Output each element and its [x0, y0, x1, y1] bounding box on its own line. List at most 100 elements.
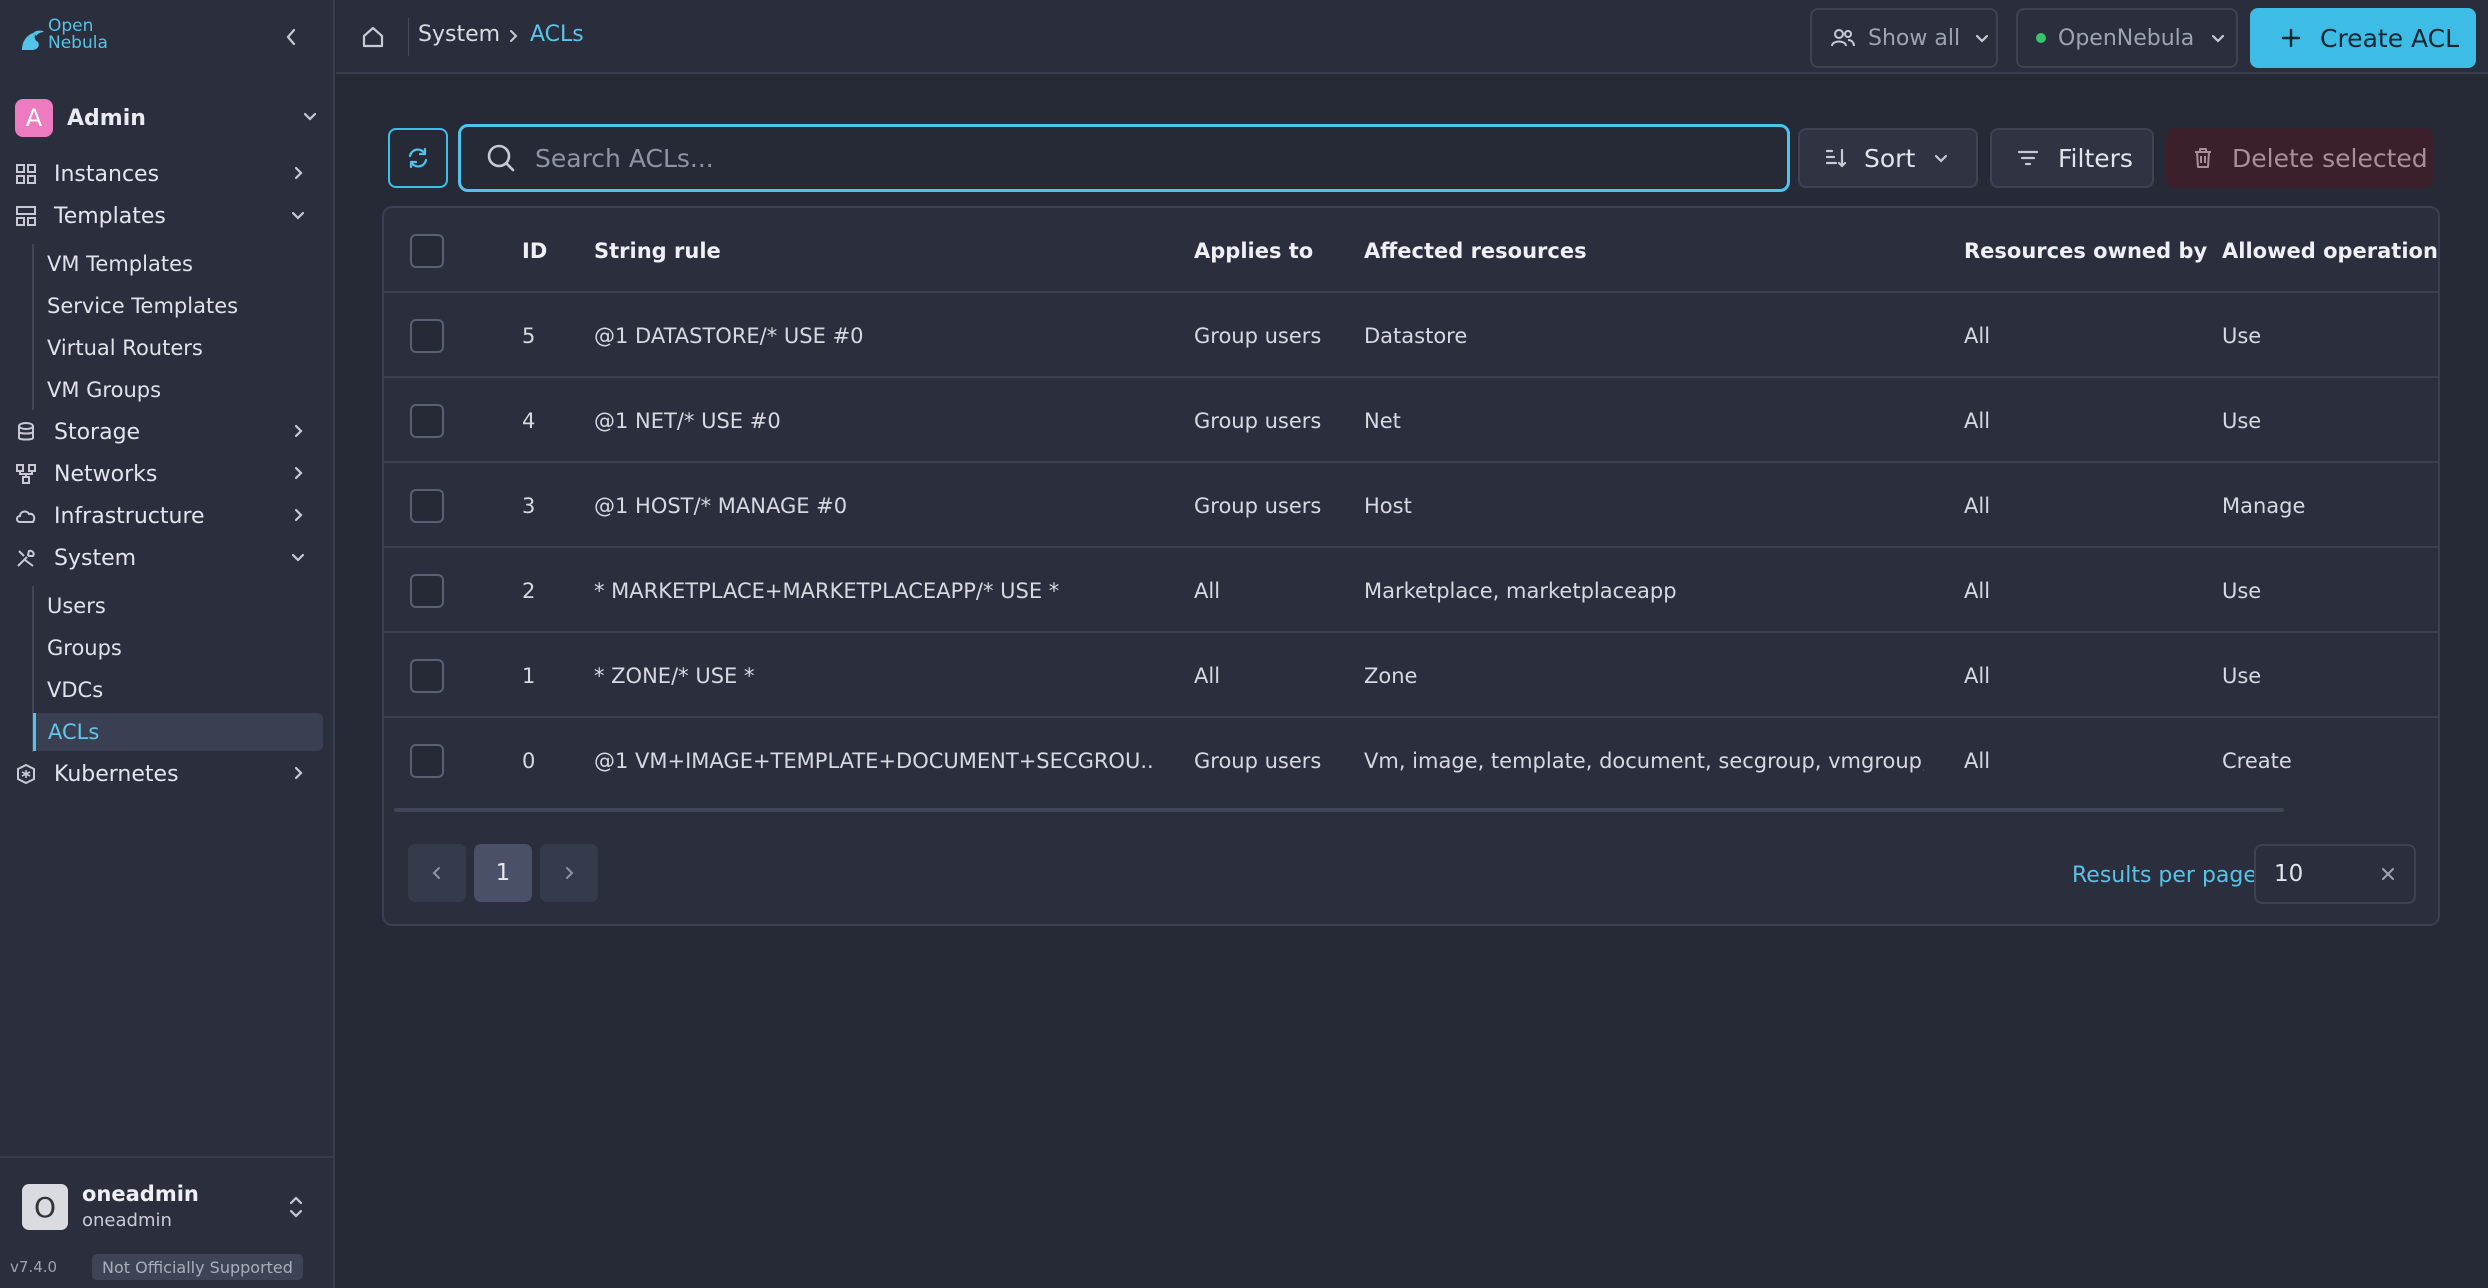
users-icon: [1831, 29, 1855, 47]
nav-acls[interactable]: ACLs: [33, 713, 323, 751]
trash-icon: [2195, 148, 2211, 168]
nav-service-templates[interactable]: Service Templates: [33, 287, 323, 325]
group-label: Admin: [67, 105, 146, 131]
delete-selected-button[interactable]: Delete selected: [2166, 128, 2434, 188]
nav-kubernetes[interactable]: Kubernetes: [14, 754, 322, 794]
cell-string-rule: @1 NET/* USE #0: [594, 408, 781, 433]
chevron-right-icon: [294, 424, 303, 438]
breadcrumb-system[interactable]: System: [418, 22, 500, 47]
previous-page-button[interactable]: [408, 844, 466, 902]
chevron-left-icon: [432, 867, 440, 879]
cell-id: 1: [522, 663, 536, 688]
nav-templates-label: Templates: [54, 203, 166, 229]
header-divider: [408, 18, 409, 56]
cell-owned-by: All: [1964, 578, 1991, 603]
nav-infrastructure[interactable]: Infrastructure: [14, 496, 322, 536]
create-acl-button[interactable]: Create ACL: [2250, 8, 2476, 68]
top-header: System ACLs Show all OpenNebula Create A…: [336, 0, 2488, 74]
column-header-allowed-operations[interactable]: Allowed operations: [2222, 208, 2438, 293]
cell-applies-to: Group users: [1194, 408, 1322, 433]
logo-line2: Nebula: [48, 33, 108, 53]
group-switcher[interactable]: A Admin: [15, 98, 320, 138]
refresh-icon: [408, 147, 428, 169]
nav-groups[interactable]: Groups: [33, 629, 323, 667]
table-row[interactable]: 3 @1 HOST/* MANAGE #0 Group users Host A…: [384, 463, 2438, 548]
nav-users[interactable]: Users: [33, 587, 323, 625]
nav-instances-label: Instances: [54, 161, 160, 187]
cell-string-rule: @1 DATASTORE/* USE #0: [594, 323, 864, 348]
sort-label: Sort: [1864, 143, 1916, 173]
nav-templates[interactable]: Templates: [14, 196, 322, 236]
search-box[interactable]: [458, 124, 1790, 192]
table-row[interactable]: 0 @1 VM+IMAGE+TEMPLATE+DOCUMENT+SECGROU.…: [384, 718, 2438, 803]
cell-allowed-operations: Manage: [2222, 493, 2306, 518]
table-row[interactable]: 4 @1 NET/* USE #0 Group users Net All Us…: [384, 378, 2438, 463]
row-checkbox[interactable]: [410, 743, 444, 778]
user-avatar[interactable]: O: [22, 1184, 68, 1230]
chevron-right-icon: [566, 867, 574, 879]
group-avatar: A: [15, 99, 53, 137]
column-header-string-rule[interactable]: String rule: [594, 208, 1154, 293]
zone-selector-button[interactable]: OpenNebula: [2016, 8, 2238, 68]
home-icon: [362, 26, 384, 48]
home-button[interactable]: [360, 24, 386, 50]
chevron-down-icon: [1935, 154, 1948, 163]
nav-vm-groups[interactable]: VM Groups: [33, 371, 323, 409]
chevron-down-icon: [1975, 34, 1989, 43]
row-select-cell: [410, 293, 444, 378]
cell-allowed-operations: Use: [2222, 578, 2262, 603]
filter-icon: [2017, 150, 2039, 166]
cell-owned-by: All: [1964, 663, 1991, 688]
table-row[interactable]: 5 @1 DATASTORE/* USE #0 Group users Data…: [384, 293, 2438, 378]
results-per-page-select[interactable]: 10: [2254, 844, 2416, 904]
collapse-sidebar-button[interactable]: [276, 22, 306, 52]
cell-allowed-operations: Use: [2222, 323, 2262, 348]
nav-networks[interactable]: Networks: [14, 454, 322, 494]
cell-affected-resources: Net: [1364, 408, 1401, 433]
row-checkbox[interactable]: [410, 318, 444, 353]
cell-affected-resources: Marketplace, marketplaceapp: [1364, 578, 1677, 603]
horizontal-scrollbar[interactable]: [394, 808, 2284, 812]
cell-id: 5: [522, 323, 536, 348]
nav-vm-templates[interactable]: VM Templates: [33, 245, 323, 283]
nav-system[interactable]: System: [14, 538, 322, 578]
nav-instances[interactable]: Instances: [14, 154, 322, 194]
row-checkbox[interactable]: [410, 488, 444, 523]
next-page-button[interactable]: [540, 844, 598, 902]
cell-affected-resources: Datastore: [1364, 323, 1468, 348]
search-input[interactable]: [535, 143, 1735, 173]
cloud-logo-icon: [22, 30, 44, 50]
filters-button[interactable]: Filters: [1990, 128, 2154, 188]
chevron-right-icon: [294, 166, 303, 180]
breadcrumb-chevron-icon: [510, 30, 518, 42]
table-row[interactable]: 1 * ZONE/* USE * All Zone All Use: [384, 633, 2438, 718]
row-checkbox[interactable]: [410, 573, 444, 608]
column-header-resources-owned-by[interactable]: Resources owned by: [1964, 208, 2207, 293]
network-icon: [14, 462, 38, 486]
opennebula-logo[interactable]: Open Nebula: [20, 18, 108, 52]
expand-user-menu-icon[interactable]: [286, 1194, 306, 1220]
nav-storage[interactable]: Storage: [14, 412, 322, 452]
sort-button[interactable]: Sort: [1798, 128, 1978, 188]
table-row[interactable]: 2 * MARKETPLACE+MARKETPLACEAPP/* USE * A…: [384, 548, 2438, 633]
row-checkbox[interactable]: [410, 403, 444, 438]
clear-icon[interactable]: [2380, 866, 2396, 882]
cell-affected-resources: Host: [1364, 493, 1412, 518]
nav-virtual-routers[interactable]: Virtual Routers: [33, 329, 323, 367]
chevron-down-icon: [2212, 34, 2225, 43]
cell-allowed-operations: Create: [2222, 748, 2292, 773]
dashboard-icon: [14, 162, 38, 186]
row-checkbox[interactable]: [410, 658, 444, 693]
cell-applies-to: Group users: [1194, 323, 1322, 348]
column-header-affected-resources[interactable]: Affected resources: [1364, 208, 1924, 293]
sidebar: Open Nebula A Admin Instances Templates …: [0, 0, 335, 1288]
chevron-down-icon: [303, 112, 317, 121]
show-all-filter-button[interactable]: Show all: [1810, 8, 1998, 68]
select-all-checkbox[interactable]: [410, 233, 444, 268]
nav-vdcs[interactable]: VDCs: [33, 671, 323, 709]
column-header-applies-to[interactable]: Applies to: [1194, 208, 1313, 293]
page-button-current[interactable]: 1: [474, 844, 532, 902]
refresh-button[interactable]: [388, 128, 448, 188]
column-header-id[interactable]: ID: [522, 208, 547, 293]
nav-system-label: System: [54, 545, 137, 571]
